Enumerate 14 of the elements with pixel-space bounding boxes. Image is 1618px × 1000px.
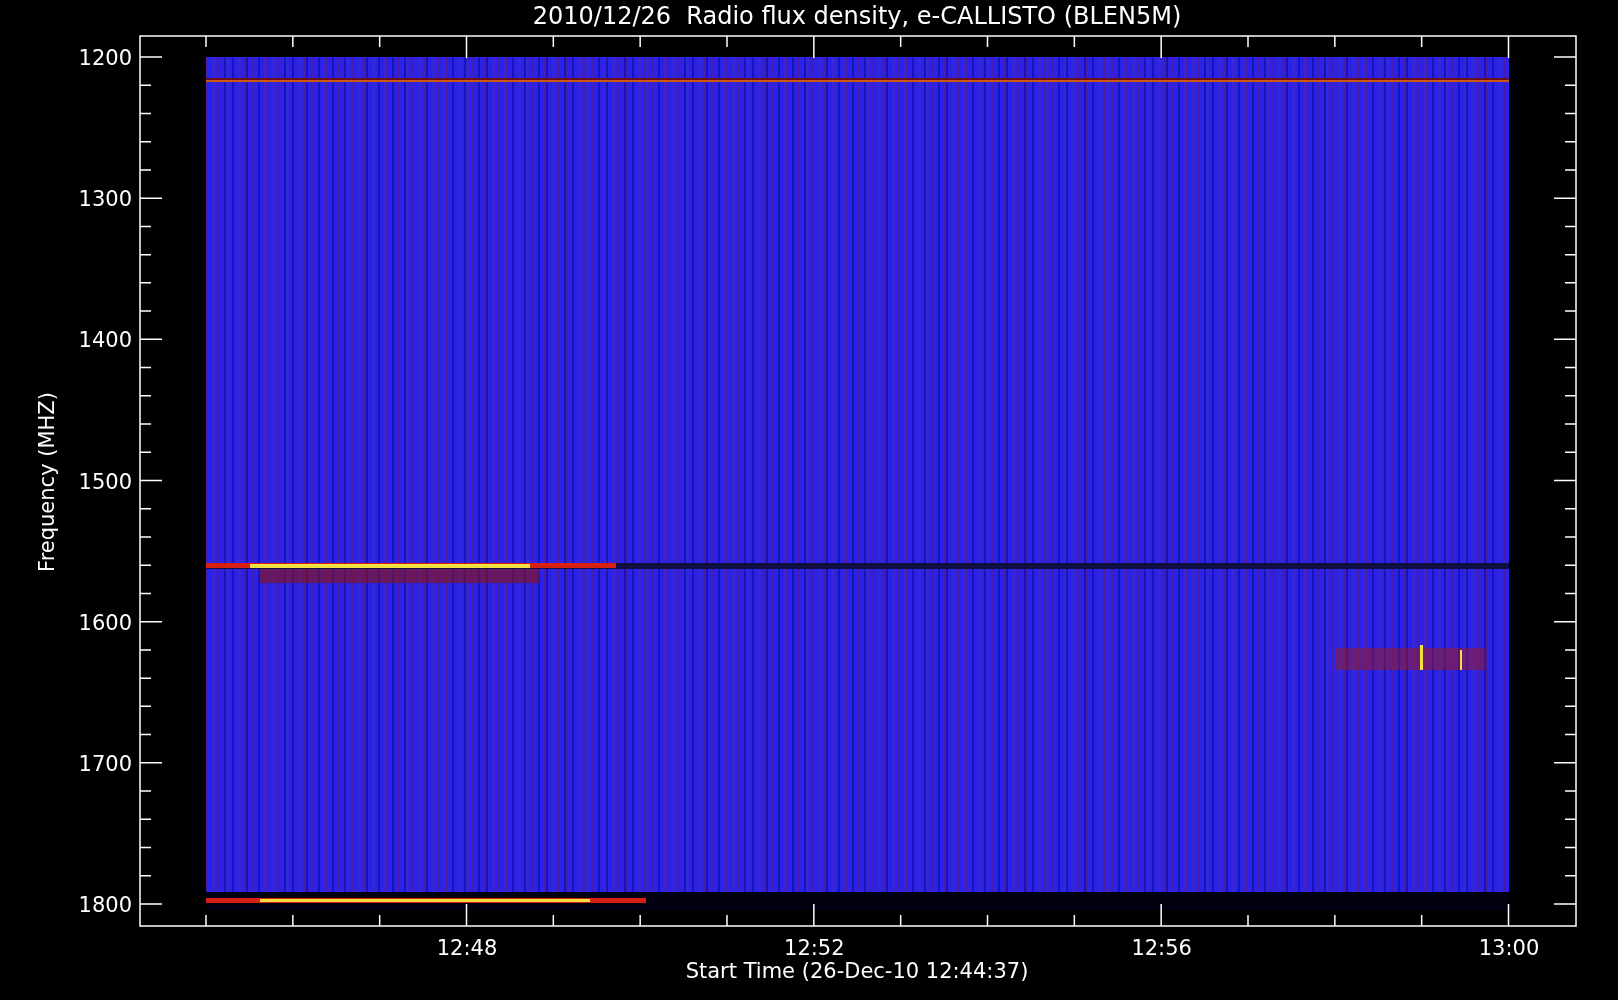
chart-title: 2010/12/26 Radio flux density, e-CALLISTO (BLEN5M) — [532, 2, 1182, 30]
tick-label: 1600 — [78, 610, 132, 635]
tick-label: 1200 — [78, 46, 132, 70]
tick-label: 1500 — [78, 469, 132, 494]
tick-label: 1300 — [78, 187, 132, 212]
tick-label: 1400 — [78, 328, 132, 353]
tick-label: 12:52 — [784, 936, 845, 960]
tick-label: 13:00 — [1478, 936, 1540, 960]
tick-label: 1700 — [78, 751, 132, 776]
tick-label: 12:48 — [436, 936, 498, 960]
tick-label: 12:56 — [1131, 936, 1192, 960]
x-axis-label: Start Time (26-Dec-10 12:44:37) — [685, 959, 1029, 983]
y-axis-label: Frequency (MHZ) — [35, 392, 59, 572]
tick-label: 1800 — [78, 893, 132, 917]
